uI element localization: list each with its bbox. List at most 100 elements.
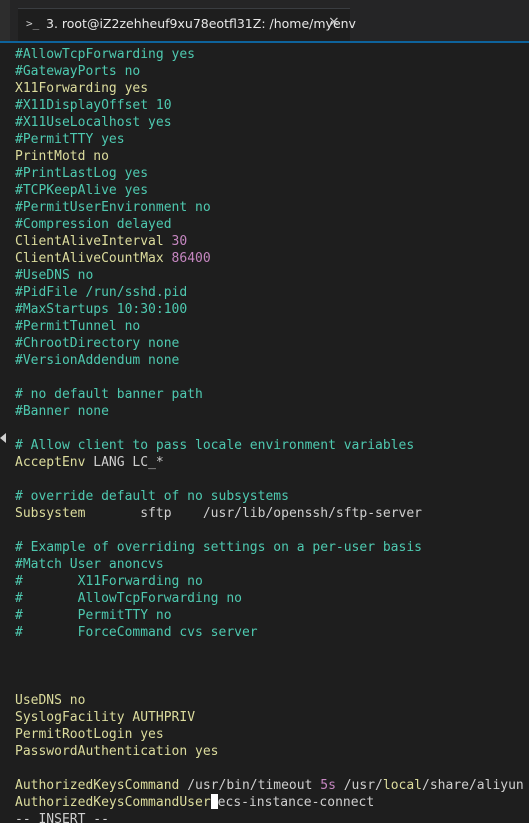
terminal-line: # Allow client to pass locale environmen…	[15, 437, 414, 454]
line-token: #Match User anoncvs	[15, 557, 164, 572]
terminal-line: UseDNS no	[15, 692, 85, 709]
terminal-tab[interactable]: >_ 3. root@iZ2zehheuf9xu78eotfl31Z: /hom…	[18, 8, 356, 41]
terminal-icon: >_	[26, 17, 40, 30]
line-token: #Banner none	[15, 404, 109, 419]
terminal-line: #Banner none	[15, 403, 109, 420]
line-token: #PermitUserEnvironment no	[15, 200, 211, 215]
terminal-line: AcceptEnv LANG LC_*	[15, 454, 164, 471]
terminal-line: # override default of no subsystems	[15, 488, 289, 505]
terminal-line: # AllowTcpForwarding no	[15, 590, 242, 607]
line-token: # AllowTcpForwarding no	[15, 591, 242, 606]
terminal-line: # X11Forwarding no	[15, 573, 203, 590]
active-tab-accent-line	[0, 41, 529, 43]
line-token: #X11UseLocalhost yes	[15, 115, 172, 130]
terminal-line: #PrintLastLog yes	[15, 165, 148, 182]
line-token: LANG LC_*	[93, 455, 164, 470]
line-token: #X11DisplayOffset 10	[15, 98, 172, 113]
line-token: /share/aliyun	[422, 778, 524, 793]
line-token: #PermitTTY yes	[15, 132, 125, 147]
line-token: 5s	[320, 778, 336, 793]
terminal-editor[interactable]: #AllowTcpForwarding yes #GatewayPorts no X…	[0, 44, 529, 823]
terminal-line: #UseDNS no	[15, 267, 93, 284]
line-token: 30	[171, 234, 188, 249]
terminal-line: #ChrootDirectory none	[15, 335, 179, 352]
line-token: # Allow client to pass locale environmen…	[15, 438, 415, 453]
terminal-line: #PermitTTY yes	[15, 131, 125, 148]
terminal-line: # ForceCommand cvs server	[15, 624, 258, 641]
line-token: #PidFile /run/sshd.pid	[15, 285, 188, 300]
terminal-line: #X11DisplayOffset 10	[15, 97, 172, 114]
terminal-line: #X11UseLocalhost yes	[15, 114, 172, 131]
line-token: #GatewayPorts no	[15, 64, 141, 79]
line-token: #PrintLastLog yes	[15, 166, 149, 181]
line-token: ecs-instance-connect	[217, 795, 375, 810]
line-token: yes	[195, 744, 219, 759]
line-token: sftp /usr/lib/openssh/sftp-server	[140, 506, 422, 521]
line-token: PermitRootLogin	[15, 727, 141, 742]
terminal-line: #PermitTunnel no	[15, 318, 140, 335]
line-token: #TCPKeepAlive yes	[15, 183, 149, 198]
terminal-line: #PidFile /run/sshd.pid	[15, 284, 187, 301]
line-token: 86400	[171, 251, 211, 266]
line-token: # Example of overriding settings on a pe…	[15, 540, 422, 555]
line-token: # PermitTTY no	[15, 608, 172, 623]
line-token: #UseDNS no	[15, 268, 94, 283]
line-token: AuthorizedKeysCommandUser	[15, 795, 211, 810]
terminal-line: # Example of overriding settings on a pe…	[15, 539, 422, 556]
terminal-line: -- INSERT --	[15, 811, 109, 823]
terminal-line: #TCPKeepAlive yes	[15, 182, 148, 199]
terminal-line: AuthorizedKeysCommand /usr/bin/timeout 5…	[15, 777, 524, 794]
close-icon[interactable]: ×	[328, 14, 340, 30]
terminal-line: #Match User anoncvs	[15, 556, 164, 573]
terminal-line: # no default banner path	[15, 386, 203, 403]
line-token: #Compression delayed	[15, 217, 172, 232]
line-token: # override default of no subsystems	[15, 489, 289, 504]
terminal-line: PasswordAuthentication yes	[15, 743, 219, 760]
line-token: # no default banner path	[15, 387, 203, 402]
line-token: AcceptEnv	[15, 455, 94, 470]
text-cursor	[210, 794, 218, 809]
line-token: no	[69, 693, 86, 708]
line-token: #VersionAddendum none	[15, 353, 180, 368]
tab-bar-spacer	[0, 0, 10, 41]
line-token: #ChrootDirectory none	[15, 336, 180, 351]
terminal-line: #Compression delayed	[15, 216, 172, 233]
terminal-line: SyslogFacility AUTHPRIV	[15, 709, 195, 726]
line-token: SyslogFacility	[15, 710, 133, 725]
terminal-line: #GatewayPorts no	[15, 63, 140, 80]
terminal-line: #PermitUserEnvironment no	[15, 199, 211, 216]
line-token: #MaxStartups 10:30:100	[15, 302, 188, 317]
terminal-line: ClientAliveInterval 30	[15, 233, 187, 250]
terminal-line: #MaxStartups 10:30:100	[15, 301, 187, 318]
terminal-line: #VersionAddendum none	[15, 352, 179, 369]
terminal-line: X11Forwarding yes	[15, 80, 148, 97]
line-token: UseDNS	[15, 693, 70, 708]
terminal-line: Subsystem sftp /usr/lib/openssh/sftp-ser…	[15, 505, 422, 522]
line-token: /usr/	[335, 778, 383, 793]
line-token: /usr/bin/timeout	[187, 778, 321, 793]
terminal-line: #AllowTcpForwarding yes	[15, 46, 195, 63]
tab-title: 3. root@iZ2zehheuf9xu78eotfl31Z: /home/m…	[46, 16, 356, 31]
line-token: Subsystem	[15, 506, 141, 521]
line-token: #AllowTcpForwarding yes	[15, 47, 196, 62]
line-token: yes	[140, 727, 164, 742]
line-token: X11Forwarding	[15, 81, 125, 96]
line-token: # X11Forwarding no	[15, 574, 203, 589]
line-token: #PermitTunnel no	[15, 319, 141, 334]
gutter-collapse-icon[interactable]	[0, 433, 6, 443]
line-token: AUTHPRIV	[132, 710, 196, 725]
terminal-line: PrintMotd no	[15, 148, 109, 165]
line-token: AuthorizedKeysCommand	[15, 778, 188, 793]
line-token: PasswordAuthentication	[15, 744, 196, 759]
line-token: PrintMotd	[15, 149, 94, 164]
line-token: yes	[124, 81, 149, 96]
terminal-tab-bar: >_ 3. root@iZ2zehheuf9xu78eotfl31Z: /hom…	[0, 0, 529, 41]
line-token: ClientAliveInterval	[15, 234, 172, 249]
line-token: local	[382, 778, 423, 793]
line-token: -- INSERT --	[15, 812, 109, 823]
terminal-line: # PermitTTY no	[15, 607, 172, 624]
terminal-line: ClientAliveCountMax 86400	[15, 250, 211, 267]
line-token: # ForceCommand cvs server	[15, 625, 258, 640]
line-token: no	[93, 149, 109, 164]
line-token: ClientAliveCountMax	[15, 251, 172, 266]
